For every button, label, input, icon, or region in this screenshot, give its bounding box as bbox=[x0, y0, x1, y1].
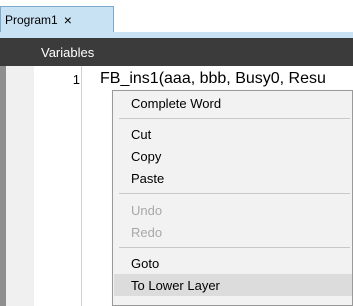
tab-label: Program1 bbox=[5, 12, 58, 27]
close-icon[interactable]: × bbox=[64, 13, 72, 27]
tab-strip: Program1 × bbox=[0, 0, 353, 32]
menu-item-to-lower-layer[interactable]: To Lower Layer bbox=[114, 274, 352, 296]
context-menu: Complete Word Cut Copy Paste Undo Redo G… bbox=[112, 90, 353, 306]
menu-item-undo: Undo bbox=[131, 202, 163, 218]
menu-item-redo: Redo bbox=[131, 224, 163, 240]
menu-separator bbox=[119, 247, 350, 248]
menu-item-cut[interactable]: Cut bbox=[114, 123, 352, 145]
menu-item-paste[interactable]: Paste bbox=[114, 167, 352, 189]
variables-label: Variables bbox=[41, 44, 95, 60]
menu-item-complete-word[interactable]: Complete Word bbox=[114, 92, 352, 114]
menu-item-copy[interactable]: Copy bbox=[114, 145, 352, 167]
line-number: 1 bbox=[72, 72, 80, 87]
editor-gutter bbox=[6, 66, 34, 306]
code-line[interactable]: FB_ins1(aaa, bbb, Busy0, Resu bbox=[100, 70, 326, 88]
menu-item-goto[interactable]: Goto bbox=[114, 252, 352, 274]
menu-separator bbox=[119, 118, 350, 119]
tab-program1[interactable]: Program1 × bbox=[0, 6, 114, 32]
variables-bar[interactable]: Variables bbox=[0, 38, 353, 66]
menu-separator bbox=[119, 193, 350, 194]
gutter-divider bbox=[81, 66, 82, 306]
